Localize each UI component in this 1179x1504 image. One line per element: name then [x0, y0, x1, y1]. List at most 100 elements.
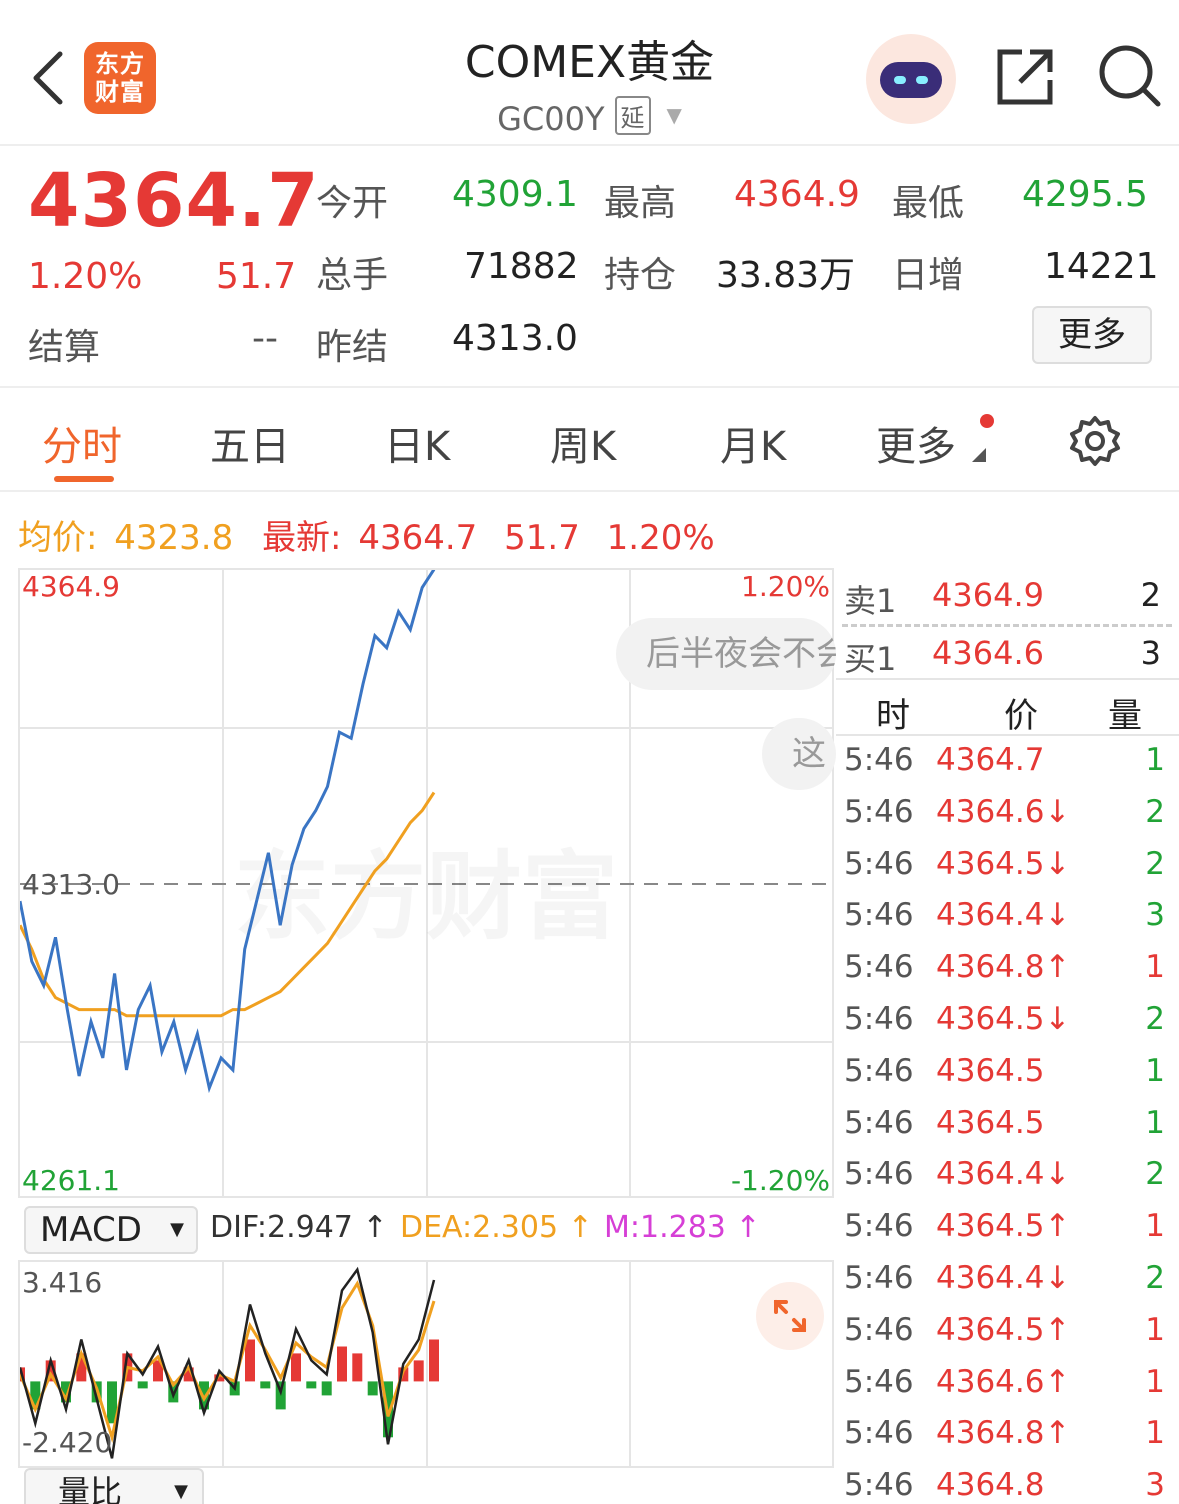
tick-price: 4364.8↑ — [936, 949, 1071, 986]
tick-row: 5:46 4364.5↑ 1 — [836, 1202, 1179, 1254]
tick-volume: 1 — [1145, 1052, 1165, 1089]
macd-indicator-bar: MACD ▼ DIF:2.947 ↑ DEA:2.305 ↑ M:1.283 ↑ — [18, 1200, 834, 1260]
ask-label: 卖1 — [844, 582, 897, 620]
tick-row: 5:46 4364.8 3 — [836, 1461, 1179, 1504]
tick-volume: 1 — [1145, 1415, 1165, 1452]
tab-daily-k[interactable]: 日K — [384, 414, 450, 472]
expand-chart-button[interactable] — [756, 1282, 824, 1350]
tick-row: 5:46 4364.8↑ 1 — [836, 1409, 1179, 1461]
ticks-header-volume: 量 — [1108, 696, 1142, 736]
macd-histogram-bar — [260, 1381, 271, 1389]
y-axis-top-label: 4364.9 — [22, 570, 120, 603]
prev-settle-label: 昨结 — [316, 327, 389, 368]
ticks-header-time: 时 — [876, 696, 910, 736]
tick-price: 4364.6↓ — [936, 793, 1071, 830]
open-label: 今开 — [316, 183, 389, 224]
tick-volume: 1 — [1145, 1208, 1165, 1245]
bid-row: 买1 4364.6 3 — [836, 626, 1179, 682]
assistant-robot-avatar[interactable] — [866, 34, 956, 124]
avg-price-label: 均价: — [18, 518, 98, 558]
notification-dot — [980, 414, 994, 428]
comment-bubble[interactable]: 后半夜会不会 — [616, 618, 836, 690]
tick-time: 5:46 — [844, 949, 914, 986]
tick-price: 4364.4↓ — [936, 1156, 1071, 1193]
ticks-header: 时 价 量 — [836, 678, 1179, 736]
high-label: 最高 — [604, 183, 677, 224]
settle-label: 结算 — [28, 327, 101, 368]
macd-histogram-bar — [352, 1353, 363, 1382]
y-axis-bottom-label: 4261.1 — [22, 1164, 120, 1197]
ask-price: 4364.9 — [932, 576, 1044, 614]
open-interest-label: 持仓 — [604, 255, 677, 296]
tick-time: 5:46 — [844, 1363, 914, 1400]
tick-row: 5:46 4364.5↓ 2 — [836, 840, 1179, 892]
tick-row: 5:46 4364.6↓ 2 — [836, 788, 1179, 840]
tab-five-day[interactable]: 五日 — [210, 414, 290, 472]
tick-time: 5:46 — [844, 1260, 914, 1296]
tick-price: 4364.4↓ — [936, 1260, 1071, 1296]
tick-time: 5:46 — [844, 793, 914, 830]
tick-time: 5:46 — [844, 1415, 914, 1452]
active-tab-indicator — [54, 476, 114, 482]
high-value: 4364.9 — [734, 174, 860, 215]
m-value: M:1.283 ↑ — [604, 1210, 761, 1245]
tab-weekly-k[interactable]: 周K — [550, 414, 616, 472]
tick-volume: 1 — [1145, 1311, 1165, 1348]
tick-volume: 3 — [1145, 1467, 1165, 1504]
tick-price: 4364.6↑ — [936, 1363, 1071, 1400]
tick-time: 5:46 — [844, 845, 914, 882]
macd-histogram-bar — [367, 1381, 378, 1396]
tick-row: 5:46 4364.5↑ 1 — [836, 1306, 1179, 1358]
more-quote-button[interactable]: 更多 — [1032, 306, 1152, 364]
tick-time: 5:46 — [844, 1001, 914, 1037]
tick-volume: 2 — [1145, 1001, 1165, 1037]
tick-price: 4364.5↓ — [936, 1001, 1071, 1037]
tick-volume: 2 — [1145, 1156, 1165, 1193]
tick-price: 4364.4↓ — [936, 897, 1071, 934]
tick-volume: 2 — [1145, 793, 1165, 830]
comment-bubble[interactable]: 这 — [762, 718, 836, 790]
tab-intraday[interactable]: 分时 — [42, 414, 122, 472]
share-icon[interactable] — [996, 46, 1056, 106]
low-value: 4295.5 — [1022, 174, 1148, 215]
macd-chart[interactable]: 3.416 -2.420 — [18, 1260, 834, 1468]
tick-price: 4364.8 — [936, 1467, 1045, 1504]
ticks-header-price: 价 — [1004, 696, 1038, 736]
tick-time: 5:46 — [844, 897, 914, 934]
top-bar: 东方 财富 COMEX黄金 GC00Y 延 ▼ — [0, 0, 1179, 146]
dea-value: DEA:2.305 ↑ — [400, 1210, 593, 1245]
tick-volume: 2 — [1145, 845, 1165, 882]
robot-eye — [894, 76, 906, 84]
volume-label: 总手 — [316, 255, 389, 296]
macd-histogram-bar — [413, 1360, 424, 1382]
macd-bottom-label: -2.420 — [22, 1426, 113, 1459]
tick-price: 4364.5 — [936, 1104, 1045, 1141]
tab-more[interactable]: 更多 — [876, 414, 956, 472]
tick-volume: 3 — [1145, 897, 1165, 934]
volume-value: 71882 — [464, 246, 579, 287]
robot-face — [880, 62, 942, 98]
last-price: 4364.7 — [28, 158, 320, 244]
tab-monthly-k[interactable]: 月K — [720, 414, 786, 472]
bid-label: 买1 — [844, 640, 897, 678]
tick-time: 5:46 — [844, 1104, 914, 1141]
y-axis-bottom-percent: -1.20% — [730, 1164, 830, 1197]
macd-histogram-bar — [321, 1381, 332, 1396]
intraday-chart[interactable]: 东方财富 4364.9 4313.0 4261.1 1.20% -1.20% 后… — [18, 568, 836, 1198]
search-icon[interactable] — [1098, 44, 1162, 108]
macd-chart-svg — [20, 1262, 631, 1466]
volume-indicator-selector[interactable]: 量比 ▼ — [24, 1468, 204, 1504]
change-percent: 1.20% — [28, 256, 143, 297]
tick-time: 5:46 — [844, 742, 914, 778]
gear-icon[interactable] — [1068, 414, 1122, 468]
latest-percent: 1.20% — [606, 518, 715, 558]
macd-histogram-bar — [337, 1346, 347, 1382]
tick-volume: 1 — [1145, 742, 1165, 778]
period-tabs: 分时 五日 日K 周K 月K 更多 — [0, 390, 1179, 492]
low-label: 最低 — [892, 183, 965, 224]
chevron-down-icon: ▼ — [666, 103, 682, 127]
bid-price: 4364.6 — [932, 634, 1044, 672]
change-amount: 51.7 — [216, 256, 297, 297]
open-value: 4309.1 — [452, 174, 578, 215]
indicator-selector[interactable]: MACD ▼ — [24, 1206, 198, 1254]
